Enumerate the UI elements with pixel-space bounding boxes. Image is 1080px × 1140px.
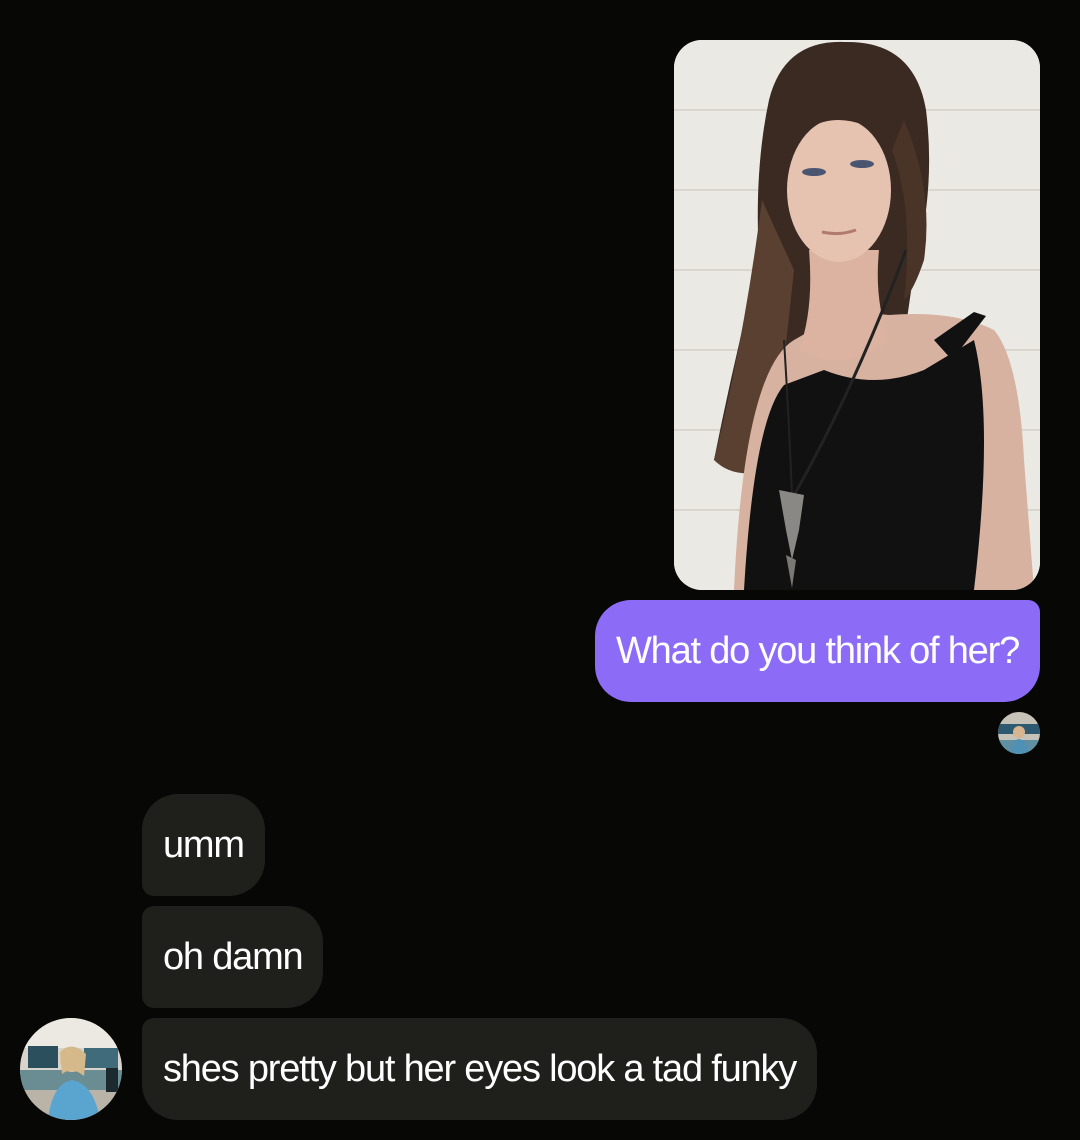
photo-of-woman-icon [674,40,1040,590]
sent-photo[interactable] [674,40,1040,590]
received-message-bubble[interactable]: umm [142,794,265,896]
received-message-bubble[interactable]: oh damn [142,906,324,1008]
read-receipt-avatar-icon [998,712,1040,754]
received-message-bubble[interactable]: shes pretty but her eyes look a tad funk… [142,1018,818,1120]
sender-avatar-icon[interactable] [20,1018,122,1120]
sent-message-bubble[interactable]: What do you think of her? [594,600,1040,702]
